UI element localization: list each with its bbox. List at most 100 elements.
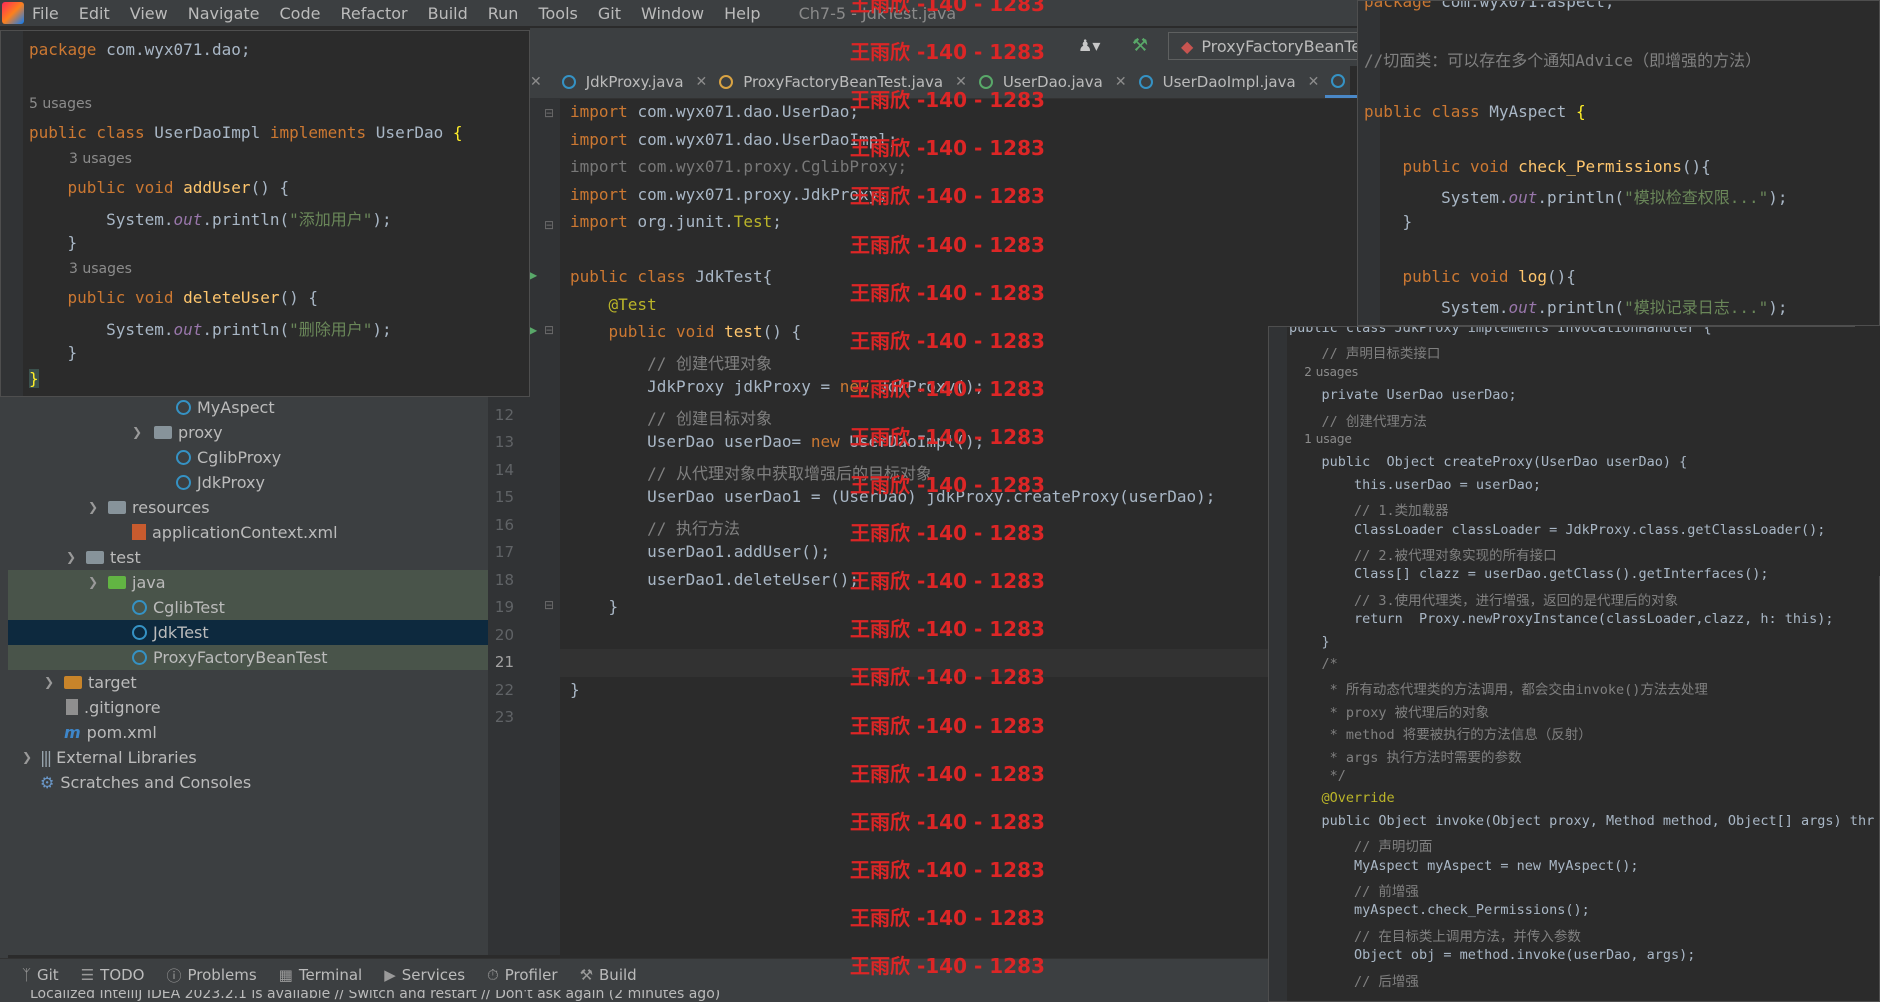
watermark-text: 王雨欣 -140 - 1283 [850,424,1045,449]
chevron-down-icon[interactable]: ❯ [132,420,142,445]
menu-refactor[interactable]: Refactor [340,4,407,23]
status-message[interactable]: Localized IntelliJ IDEA 2023.2.1 is avai… [30,990,720,1002]
menu-build[interactable]: Build [428,4,468,23]
code-line: 1 usage [1289,432,1352,446]
menu-code[interactable]: Code [280,4,321,23]
tree-item-cglibtest[interactable]: CglibTest [8,595,488,620]
tab-userdaoimpl[interactable]: UserDaoImpl.java ✕ [1133,66,1326,98]
tree-item-proxyfactorybeantest[interactable]: ProxyFactoryBeanTest [8,645,488,670]
terminal-icon: ▦ [278,966,293,984]
class-icon [132,600,147,615]
chevron-down-icon[interactable]: ❯ [88,495,98,520]
gitignore-file-icon [66,699,78,715]
fold-icon[interactable]: ⊟ [544,218,554,232]
code-line: } [29,369,39,388]
project-tree: MyAspect ❯ proxy CglibProxy JdkProxy ❯ res… [8,395,488,955]
tool-build[interactable]: ⚒ Build [580,966,637,984]
tree-item-jdkproxy[interactable]: JdkProxy [8,470,488,495]
tree-item-external-libraries[interactable]: ❯ ||| External Libraries [8,745,488,770]
quick-definition-popup-jdkproxy[interactable]: public class JdkProxy implements Invocat… [1268,326,1880,1002]
tree-item-applicationcontext[interactable]: applicationContext.xml [8,520,488,545]
tree-label: proxy [178,423,223,442]
menu-edit[interactable]: Edit [79,4,110,23]
chevron-right-icon[interactable]: ❯ [22,745,32,770]
menu-navigate[interactable]: Navigate [188,4,260,23]
code-line: @Test [608,295,657,314]
fold-icon[interactable]: ⊟ [544,323,554,337]
tool-services[interactable]: ▶ Services [384,966,465,984]
usages-hint[interactable]: 3 usages [69,261,132,277]
hammer-build-icon[interactable]: ⚒ [1132,35,1148,56]
code-comment: // 执行方法 [570,519,740,538]
tree-label: java [132,573,166,592]
tree-item-gitignore[interactable]: .gitignore [8,695,488,720]
tree-item-test[interactable]: ❯ test [8,545,488,570]
tool-label: Git [37,966,59,984]
run-config-icon: ◆ [1181,37,1194,56]
watermark-text: 王雨欣 -140 - 1283 [850,905,1045,930]
quick-definition-popup-userdaoimpl[interactable]: package com.wyx071.dao; 5 usages public … [0,30,530,397]
tool-todo[interactable]: ☰ TODO [81,966,145,984]
tree-label: CglibProxy [197,448,282,467]
chevron-right-icon[interactable]: ❯ [44,670,54,695]
code-line: public void addUser() { [67,178,290,197]
watermark-text: 王雨欣 -140 - 1283 [850,184,1045,209]
tree-label: pom.xml [86,723,157,742]
menu-file[interactable]: File [32,4,59,23]
menu-tools[interactable]: Tools [538,4,577,23]
tree-item-myaspect[interactable]: MyAspect [8,395,488,420]
tree-item-target[interactable]: ❯ target [8,670,488,695]
code-line: public Object invoke(Object proxy, Metho… [1289,812,1875,829]
menu-git[interactable]: Git [598,4,621,23]
code-line: } [1364,212,1413,231]
tab-active-jdktest[interactable] [1325,66,1362,98]
hammer-icon: ⚒ [579,966,594,984]
tree-item-scratches[interactable]: ⚙ Scratches and Consoles [8,770,488,795]
tab-close-icon[interactable]: ✕ [1308,74,1320,90]
usages-hint[interactable]: 3 usages [69,151,132,167]
left-tool-strip [0,395,8,958]
tree-item-java[interactable]: ❯ java [8,570,488,595]
tab-label: UserDaoImpl.java [1162,73,1296,91]
line-number-current: 21 [494,653,514,671]
menu-window[interactable]: Window [641,4,704,23]
chevron-down-icon[interactable]: ❯ [88,570,98,595]
code-line: 2 usages [1289,364,1359,379]
tool-git[interactable]: ᛉ Git [22,966,59,984]
tree-item-proxy[interactable]: ❯ proxy [8,420,488,445]
tool-profiler[interactable]: ⏱ Profiler [487,966,558,984]
code-line: } [570,597,619,616]
watermark-text: 王雨欣 -140 - 1283 [850,665,1045,690]
tree-label: JdkProxy [197,473,265,492]
tree-label: applicationContext.xml [152,523,338,542]
tool-problems[interactable]: ⓘ Problems [166,965,256,986]
git-branch-icon: ᛉ [22,966,32,984]
tab-close-icon[interactable]: ✕ [530,74,542,90]
menu-run[interactable]: Run [488,4,519,23]
tree-item-pom[interactable]: m pom.xml [8,720,488,745]
line-number: 14 [494,461,514,479]
tree-item-cglibproxy[interactable]: CglibProxy [8,445,488,470]
tree-item-jdktest[interactable]: JdkTest [8,620,488,645]
maven-icon: m [64,723,81,742]
code-comment: // 创建目标对象 [570,409,772,428]
tool-terminal[interactable]: ▦ Terminal [279,966,363,984]
intellij-logo-icon[interactable] [2,2,24,24]
usages-hint[interactable]: 5 usages [29,96,92,112]
package-icon [154,426,172,439]
tool-label: Build [599,966,637,984]
fold-icon[interactable]: ⊟ [544,598,554,612]
chevron-down-icon[interactable]: ❯ [66,545,76,570]
scratches-icon: ⚙ [40,773,55,792]
fold-icon[interactable]: ⊟ [544,106,554,120]
tab-close-icon[interactable]: ✕ [696,74,708,90]
quick-definition-popup-myaspect[interactable]: package com.wyx071.aspect; //切面类：可以存在多个通… [1357,0,1880,326]
menu-view[interactable]: View [130,4,168,23]
tab-close-icon[interactable]: ✕ [1115,74,1127,90]
code-line: // 3.使用代理类，进行增强，返回的是代理后的对象 [1289,592,1679,609]
tree-item-resources[interactable]: ❯ resources [8,495,488,520]
menu-help[interactable]: Help [724,4,760,23]
user-icon[interactable]: ♟▾ [1078,36,1100,55]
tab-jdkproxy[interactable]: JdkProxy.java ✕ [556,66,714,98]
tree-label: .gitignore [84,698,161,717]
